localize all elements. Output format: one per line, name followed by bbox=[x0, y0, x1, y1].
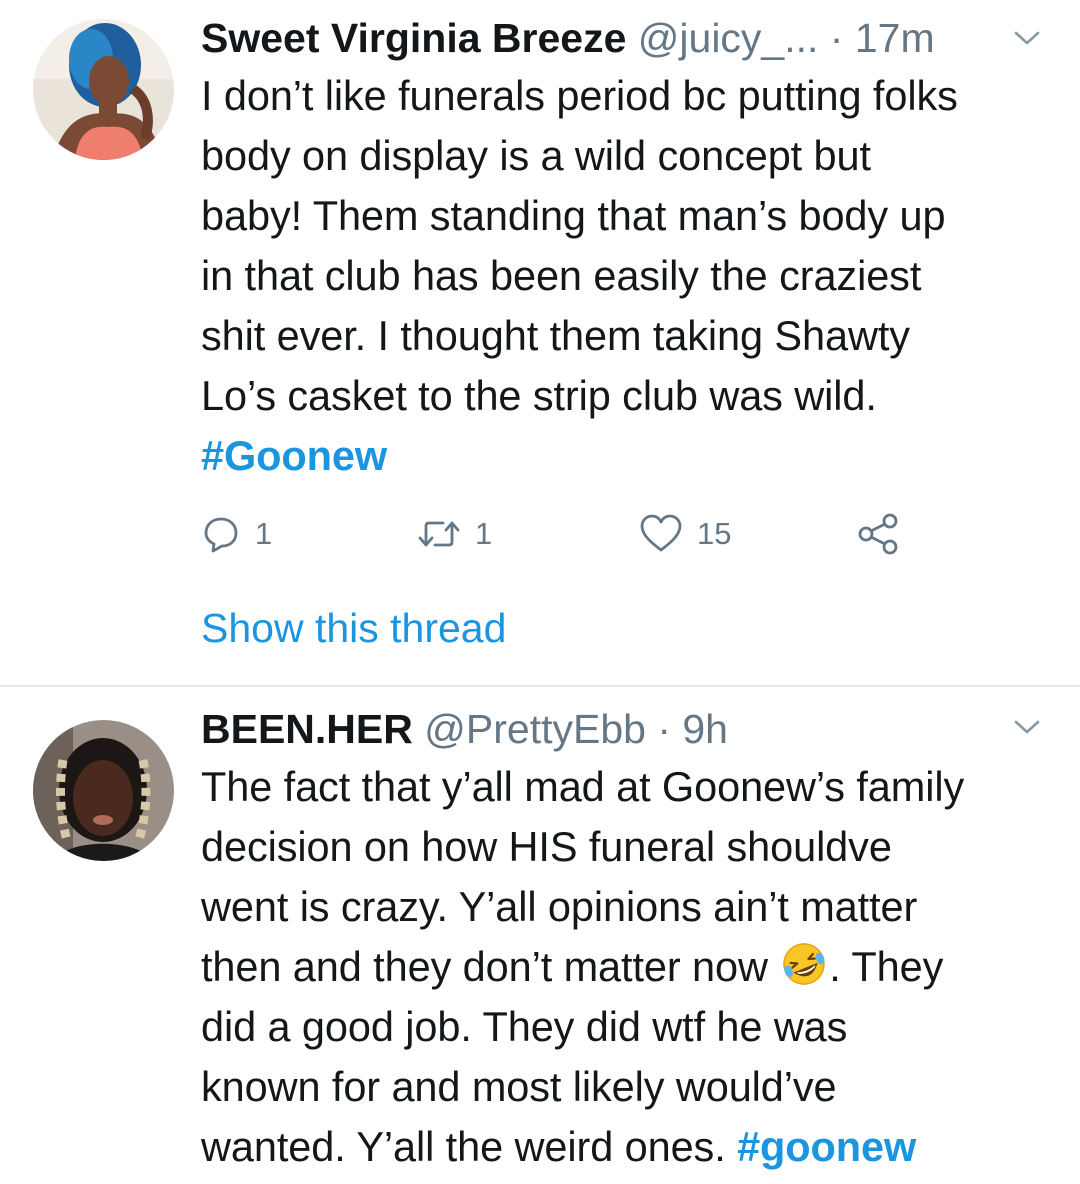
tweet-text: I don’t like funerals period bc putting … bbox=[201, 66, 1058, 486]
user-handle[interactable]: @juicy_... bbox=[638, 15, 819, 61]
like-count: 15 bbox=[697, 516, 732, 551]
share-button[interactable] bbox=[856, 509, 900, 559]
reply-button[interactable]: 1 bbox=[201, 509, 272, 559]
retweet-button[interactable]: 1 bbox=[417, 509, 492, 559]
tweet-text-line: The fact that y’all mad at Goonew’s fami… bbox=[201, 763, 965, 810]
tweet-timestamp[interactable]: 9h bbox=[682, 706, 728, 752]
tweet-text-line: Lo’s casket to the strip club was wild. bbox=[201, 372, 877, 419]
like-button[interactable]: 15 bbox=[639, 509, 731, 559]
tweet-header: Sweet Virginia Breeze @juicy_... · 17m bbox=[201, 14, 1060, 62]
user-avatar[interactable] bbox=[33, 19, 174, 160]
avatar-image bbox=[33, 720, 174, 861]
display-name[interactable]: BEEN.HER bbox=[201, 706, 413, 752]
heart-icon bbox=[640, 514, 682, 552]
avatar-image bbox=[33, 19, 174, 160]
user-avatar[interactable] bbox=[33, 720, 174, 861]
show-thread-link[interactable]: Show this thread bbox=[201, 602, 506, 654]
share-icon bbox=[858, 513, 898, 555]
display-name[interactable]: Sweet Virginia Breeze bbox=[201, 15, 626, 61]
tweet-text-segment: then and they don’t matter now bbox=[201, 943, 768, 990]
tweet-text: The fact that y’all mad at Goonew’s fami… bbox=[201, 757, 1058, 1177]
retweet-count: 1 bbox=[475, 516, 493, 551]
reply-count: 1 bbox=[255, 516, 273, 551]
tweet-text-line: in that club has been easily the crazies… bbox=[201, 252, 922, 299]
hashtag-link[interactable]: #goonew bbox=[737, 1123, 916, 1170]
tweet-text-line: did a good job. They did wtf he was bbox=[201, 1003, 848, 1050]
reply-icon bbox=[204, 517, 238, 553]
tweet-card[interactable]: Sweet Virginia Breeze @juicy_... · 17m I… bbox=[0, 0, 1080, 687]
tweet-text-line: shit ever. I thought them taking Shawty bbox=[201, 312, 910, 359]
tweet-actions: 1 1 15 bbox=[201, 509, 921, 559]
chevron-down-icon[interactable] bbox=[1012, 28, 1042, 48]
tweet-text-line: wanted. Y’all the weird ones. #goonew bbox=[201, 1117, 1058, 1177]
user-handle[interactable]: @PrettyEbb bbox=[424, 706, 646, 752]
tweet-text-line: decision on how HIS funeral shouldve bbox=[201, 823, 892, 870]
tweet-text-segment: . They bbox=[829, 943, 944, 990]
tweet-text-line: baby! Them standing that man’s body up bbox=[201, 192, 946, 239]
tweet-text-line: went is crazy. Y’all opinions ain’t matt… bbox=[201, 883, 918, 930]
hashtag-link[interactable]: #Goonew bbox=[201, 432, 387, 479]
separator: · bbox=[645, 706, 683, 752]
tweet-card[interactable]: BEEN.HER @PrettyEbb · 9h The fact that y… bbox=[0, 687, 1080, 1184]
retweet-icon bbox=[418, 521, 460, 547]
separator: · bbox=[818, 15, 855, 61]
tweet-text-line: known for and most likely would’ve bbox=[201, 1063, 837, 1110]
tweet-header: BEEN.HER @PrettyEbb · 9h bbox=[201, 705, 1060, 753]
tweet-text-segment: wanted. Y’all the weird ones. bbox=[201, 1123, 726, 1170]
tweet-timestamp[interactable]: 17m bbox=[855, 15, 935, 61]
tweet-text-line: then and they don’t matter now . They bbox=[201, 937, 1058, 997]
chevron-down-icon[interactable] bbox=[1012, 717, 1042, 737]
tweet-text-line: body on display is a wild concept but bbox=[201, 132, 871, 179]
tweet-text-line: I don’t like funerals period bc putting … bbox=[201, 72, 958, 119]
rolling-on-floor-laughing-emoji bbox=[783, 943, 826, 985]
